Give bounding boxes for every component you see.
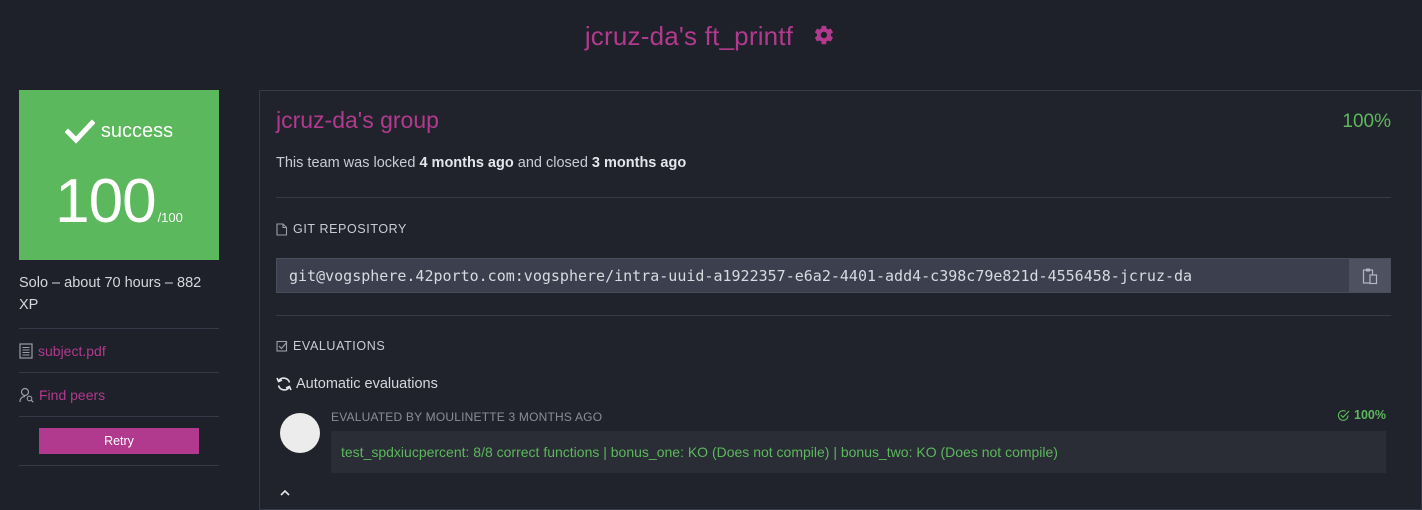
sidebar: success 100/100 Solo – about 70 hours – … <box>19 90 219 466</box>
git-repository-label: GIT REPOSITORY <box>276 222 407 236</box>
score-row: 100/100 <box>19 166 219 237</box>
avatar[interactable] <box>280 413 320 453</box>
subject-link-label[interactable]: subject.pdf <box>38 343 106 359</box>
project-info: Solo – about 70 hours – 882 XP <box>19 272 219 329</box>
divider <box>276 197 1391 198</box>
team-status-prefix: This team was locked <box>276 155 416 171</box>
user-search-icon <box>19 387 34 403</box>
copy-icon <box>1362 268 1377 284</box>
group-percentage: 100% <box>1342 111 1391 132</box>
score-max: /100 <box>157 210 183 225</box>
page-header: jcruz-da's ft_printf <box>0 0 1422 78</box>
evaluation-score-value: 100% <box>1354 408 1386 422</box>
check-icon <box>64 119 95 144</box>
find-peers-link[interactable]: Find peers <box>19 373 219 417</box>
find-peers-label[interactable]: Find peers <box>39 387 105 403</box>
team-panel: jcruz-da's group 100% This team was lock… <box>259 90 1422 510</box>
retry-wrap: Retry <box>19 417 219 466</box>
file-icon <box>276 222 288 236</box>
evaluations-text: EVALUATIONS <box>293 339 386 353</box>
evaluation-score: 100% <box>1337 408 1386 422</box>
document-icon <box>19 342 33 359</box>
repo-url[interactable]: git@vogsphere.42porto.com:vogsphere/intr… <box>277 267 1349 285</box>
team-closed-time: 3 months ago <box>591 155 687 171</box>
evaluations-label: EVALUATIONS <box>276 339 385 353</box>
status-row: success <box>19 118 219 144</box>
checkbox-icon <box>276 340 288 352</box>
score-box: success 100/100 <box>19 90 219 260</box>
automatic-evaluations: Automatic evaluations <box>276 376 438 392</box>
group-title: jcruz-da's group <box>276 107 439 133</box>
next-item-icon <box>280 490 290 496</box>
check-circle-icon <box>1337 409 1350 421</box>
evaluation-result: test_spdxiucpercent: 8/8 correct functio… <box>331 431 1386 473</box>
page-title: jcruz-da's ft_printf <box>584 20 794 51</box>
git-repository-text: GIT REPOSITORY <box>293 222 407 236</box>
automatic-evaluations-label: Automatic evaluations <box>296 376 438 392</box>
refresh-icon <box>276 377 292 391</box>
team-locked-time: 4 months ago <box>419 155 514 171</box>
score-value: 100 <box>55 167 156 236</box>
copy-button[interactable] <box>1349 259 1390 292</box>
repo-field[interactable]: git@vogsphere.42porto.com:vogsphere/intr… <box>276 258 1391 293</box>
team-status-middle: and closed <box>517 155 588 171</box>
retry-button[interactable]: Retry <box>39 428 199 454</box>
divider <box>276 315 1391 316</box>
subject-link[interactable]: subject.pdf <box>19 329 219 373</box>
gear-icon[interactable] <box>813 24 837 48</box>
status-label: success <box>100 119 174 142</box>
evaluation-meta: EVALUATED BY MOULINETTE 3 MONTHS AGO <box>331 410 603 424</box>
team-status: This team was locked 4 months ago and cl… <box>276 155 686 171</box>
